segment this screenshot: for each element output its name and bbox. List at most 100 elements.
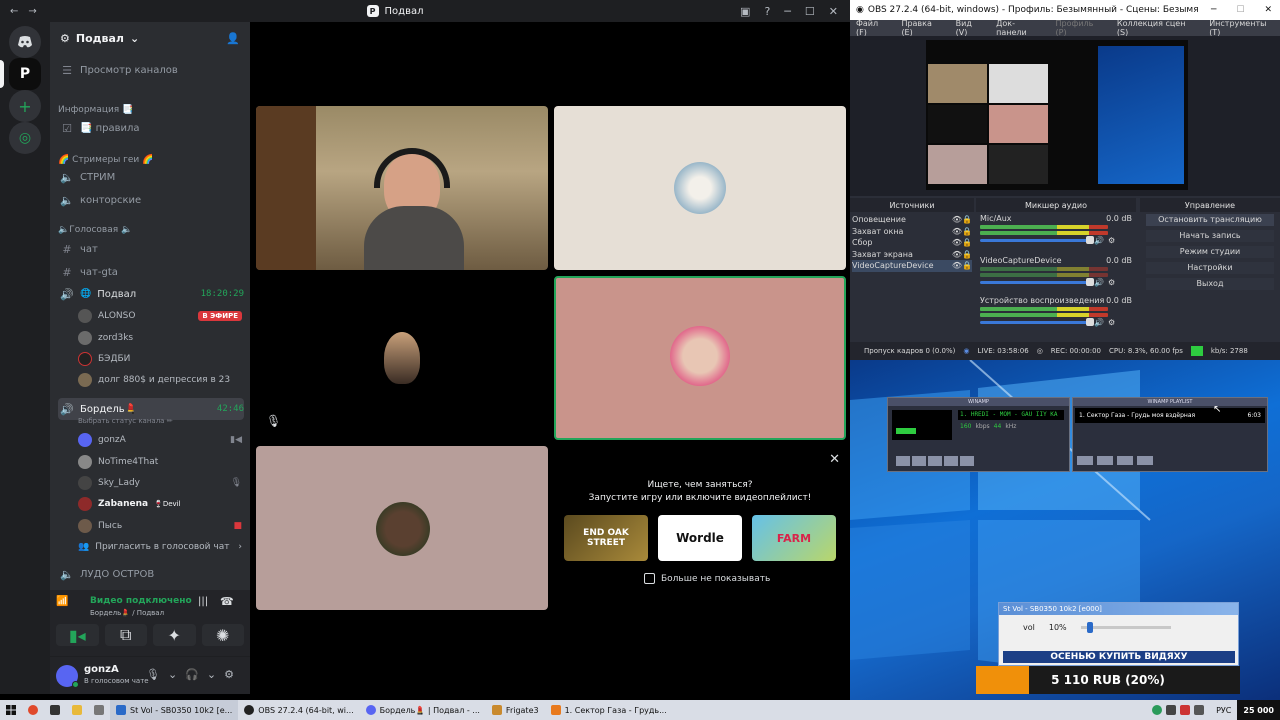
lock-icon[interactable]: 🔒	[962, 237, 972, 249]
lock-icon[interactable]: 🔒	[962, 226, 972, 238]
language-indicator[interactable]: РУС	[1210, 700, 1237, 720]
voice-channel-ludo[interactable]: 🔈 ЛУДО ОСТРОВ	[58, 564, 244, 584]
dont-show-checkbox[interactable]: Больше не показывать	[644, 573, 770, 584]
settings-gear-icon[interactable]: ⚙	[1108, 318, 1115, 327]
channel-contorskie[interactable]: 🔈 конторские	[58, 190, 244, 210]
settings-gear-icon[interactable]: ⚙	[1108, 278, 1115, 287]
disconnect-icon[interactable]: ☎	[220, 595, 234, 608]
minimize-button[interactable]: ─	[1203, 5, 1224, 15]
inbox-icon[interactable]: ▣	[740, 5, 750, 18]
tray-app-icon[interactable]	[66, 700, 88, 720]
soundboard-button[interactable]: ✺	[201, 624, 244, 646]
select-button[interactable]	[1117, 456, 1133, 465]
volume-slider[interactable]	[980, 278, 1094, 286]
source-item[interactable]: VideoCaptureDevice 👁 🔒	[852, 260, 972, 272]
stop-button[interactable]	[944, 456, 958, 466]
lock-icon[interactable]: 🔒	[962, 249, 972, 261]
game-card[interactable]: END OAK STREET	[564, 515, 648, 561]
menu-item[interactable]: Док-панели	[996, 19, 1045, 37]
eye-icon[interactable]: 👁	[952, 214, 962, 226]
voice-user[interactable]: Zabanena 🍷Devil	[78, 494, 242, 514]
game-card[interactable]: FARM	[752, 515, 836, 561]
voice-user[interactable]: gonzA ▮◀	[78, 430, 242, 450]
menu-item[interactable]: Правка (E)	[901, 19, 945, 37]
speaker-icon[interactable]: 🔊	[1094, 278, 1104, 287]
taskbar-app[interactable]: St Vol - SB0350 10k2 [e...	[110, 700, 239, 720]
taskbar-app[interactable]: Бордель💄 | Подвал - ...	[360, 700, 486, 720]
channel-rules[interactable]: ☑ 📑 правила	[58, 118, 244, 138]
noise-suppression-icon[interactable]: |||	[198, 596, 208, 607]
menu-item[interactable]: Коллекция сцен (S)	[1117, 19, 1199, 37]
channel-chat[interactable]: # чат	[58, 239, 244, 259]
menu-item[interactable]: Файл (F)	[856, 19, 891, 37]
headphones-icon[interactable]: 🎧	[185, 668, 199, 681]
next-button[interactable]	[960, 456, 974, 466]
winamp-playlist[interactable]: WINAMP PLAYLIST 1. Сектор Газа - Грудь м…	[1072, 397, 1268, 472]
start-button[interactable]	[0, 700, 22, 720]
add-server-icon[interactable]: +	[9, 90, 41, 122]
activity-button[interactable]: ✦	[153, 624, 196, 646]
maximize-button[interactable]: ☐	[1228, 5, 1252, 15]
add-member-icon[interactable]: 👤	[226, 32, 240, 45]
video-tile-webcam[interactable]	[256, 106, 548, 270]
video-tile-dark[interactable]: 🎙	[256, 276, 548, 440]
eye-icon[interactable]: 👁	[952, 260, 962, 272]
remove-button[interactable]	[1097, 456, 1113, 465]
category-voice[interactable]: 🔈Голосовая 🔈	[58, 222, 132, 238]
video-tile-speaking[interactable]	[554, 276, 846, 440]
voice-user[interactable]: Пысь ■	[78, 516, 242, 536]
discord-home-icon[interactable]	[9, 26, 41, 58]
category-streamers[interactable]: 🌈 Стримеры геи 🌈	[58, 152, 153, 168]
misc-button[interactable]	[1137, 456, 1153, 465]
screen-share-button[interactable]: ⧉	[104, 624, 147, 646]
taskbar-app[interactable]: 1. Сектор Газа - Грудь...	[545, 700, 673, 720]
channel-stream[interactable]: 🔈 СТРИМ	[58, 167, 244, 187]
add-button[interactable]	[1077, 456, 1093, 465]
camera-button[interactable]: ▮◂	[56, 624, 99, 646]
close-button[interactable]: ✕	[1256, 5, 1280, 15]
exit-button[interactable]: Выход	[1146, 278, 1274, 290]
close-icon[interactable]: ✕	[829, 452, 840, 467]
video-tile-avatar[interactable]	[554, 106, 846, 270]
voice-user[interactable]: Sky_Lady 🎙	[78, 473, 242, 493]
voice-user[interactable]: NoTime4That	[78, 452, 242, 472]
tray-app-icon[interactable]	[22, 700, 44, 720]
stop-stream-button[interactable]: Остановить трансляцию	[1146, 214, 1274, 226]
channel-status-hint[interactable]: Выбрать статус канала ✏	[78, 417, 173, 425]
maximize-button[interactable]: ☐	[805, 5, 815, 18]
slider-thumb[interactable]	[1086, 622, 1093, 633]
minimize-button[interactable]: ─	[784, 5, 791, 18]
server-header[interactable]: ⚙ Подвал ⌄ 👤	[50, 22, 250, 54]
prev-button[interactable]	[896, 456, 910, 466]
eye-icon[interactable]: 👁	[952, 226, 962, 238]
help-icon[interactable]: ?	[764, 5, 770, 18]
eye-icon[interactable]: 👁	[952, 237, 962, 249]
video-tile-avatar[interactable]	[256, 446, 548, 610]
start-record-button[interactable]: Начать запись	[1146, 230, 1274, 242]
settings-gear-icon[interactable]: ⚙	[1108, 236, 1115, 245]
taskbar-app[interactable]: OBS 27.2.4 (64-bit, wi...	[238, 700, 359, 720]
microphone-icon[interactable]: 🎙	[146, 668, 160, 681]
explore-compass-icon[interactable]: ◎	[9, 122, 41, 154]
checkbox-icon[interactable]	[644, 573, 655, 584]
tray-app-icon[interactable]	[88, 700, 110, 720]
voice-channel-path[interactable]: Бордель💄 / Подвал	[90, 609, 164, 617]
settings-gear-icon[interactable]: ⚙	[224, 668, 234, 681]
volume-slider[interactable]	[980, 236, 1094, 244]
chevron-down-icon[interactable]: ⌄	[207, 668, 216, 681]
winamp-window[interactable]: WINAMP 1. HREDI - MOM - GAU IIY KA 160 kb…	[887, 397, 1070, 472]
lock-icon[interactable]: 🔒	[962, 214, 972, 226]
tray-app-icon[interactable]	[44, 700, 66, 720]
volume-slider[interactable]	[1080, 622, 1171, 633]
volume-slider[interactable]	[980, 318, 1094, 326]
speaker-icon[interactable]: 🔊	[1094, 318, 1104, 327]
menu-item[interactable]: Инструменты (T)	[1209, 19, 1280, 37]
invite-to-voice[interactable]: 👥 Пригласить в голосовой чат ›	[78, 537, 242, 557]
volume-window[interactable]: St Vol - SB0350 10k2 [e000] vol 10% ОСЕН…	[998, 602, 1239, 666]
browse-channels[interactable]: ☰ Просмотр каналов	[58, 60, 244, 80]
forward-arrow-icon[interactable]: →	[28, 6, 36, 17]
source-item[interactable]: Захват экрана 👁 🔒	[852, 249, 972, 261]
menu-item[interactable]: Вид (V)	[956, 19, 986, 37]
back-arrow-icon[interactable]: ←	[10, 6, 18, 17]
voice-user[interactable]: zord3ks	[78, 328, 242, 348]
